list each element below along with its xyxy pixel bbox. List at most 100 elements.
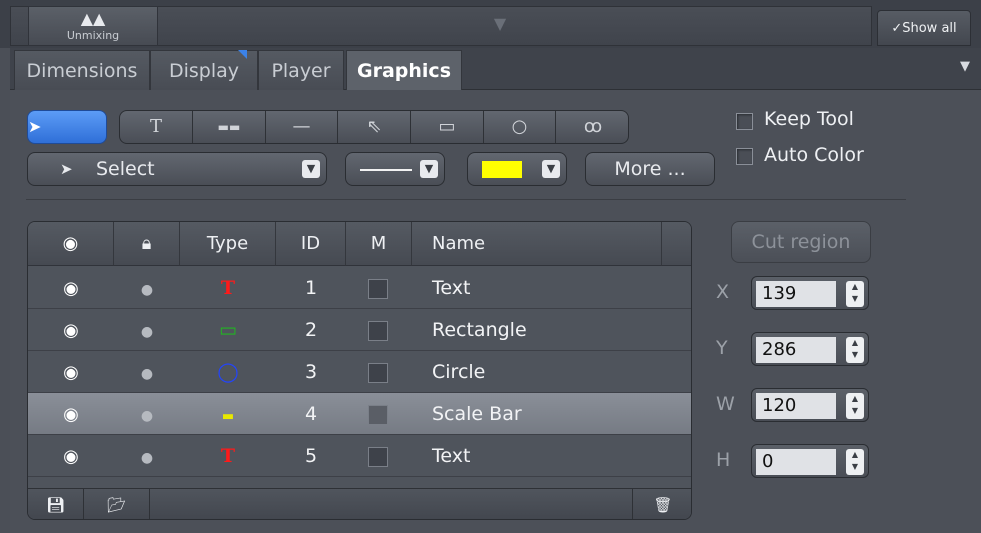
chevron-down-icon: ▼ <box>542 160 560 178</box>
eye-icon: ◉ <box>63 278 79 299</box>
coord-label-x: X <box>716 281 730 303</box>
eye-icon: ◉ <box>63 446 79 467</box>
lock-toggle[interactable]: ● <box>114 267 180 309</box>
type-cell: T <box>180 435 276 477</box>
freehand-tool-button[interactable]: ꝏ <box>556 111 628 143</box>
keep-tool-label: Keep Tool <box>764 108 854 130</box>
text-type-icon: T <box>220 277 236 299</box>
table-row[interactable]: ◉ ● ◯ 3 Circle <box>28 351 691 393</box>
eye-icon: ◉ <box>63 404 79 425</box>
coord-input-w[interactable]: 120 <box>756 393 836 419</box>
pointer-icon: ➤ <box>28 117 42 136</box>
coord-input-y[interactable]: 286 <box>756 337 836 363</box>
circle-tool-icon: ○ <box>511 116 528 137</box>
coord-spinner-h[interactable]: 0 ▲ ▼ <box>751 444 869 478</box>
unmixing-label: Unmixing <box>66 29 120 42</box>
type-cell: ▬ <box>180 393 276 435</box>
id-cell: 5 <box>304 445 318 467</box>
visibility-column-header[interactable]: ◉ <box>28 222 114 266</box>
folder-icon: 📂︎ <box>106 496 127 514</box>
eye-icon: ◉ <box>63 362 79 383</box>
auto-color-label: Auto Color <box>764 144 864 166</box>
m-checkbox[interactable] <box>368 447 388 467</box>
id-cell: 3 <box>304 361 318 383</box>
table-row[interactable]: ◉ ● T 1 Text <box>28 267 691 309</box>
coord-input-x[interactable]: 139 <box>756 281 836 307</box>
open-button[interactable]: 📂︎ <box>84 489 150 519</box>
text-tool-icon: T <box>149 116 162 137</box>
lock-dot-icon: ● <box>140 408 154 424</box>
lock-toggle[interactable]: ● <box>114 309 180 351</box>
chevron-down-icon: ▼ <box>302 160 320 178</box>
delete-button[interactable]: 🗑︎ <box>632 489 691 519</box>
arrow-tool-button[interactable]: ⇖ <box>338 111 411 143</box>
divider <box>26 199 906 200</box>
id-cell: 1 <box>304 277 318 299</box>
tab-graphics[interactable]: Graphics <box>346 50 462 90</box>
mode-select-dropdown[interactable]: ➤ Select ▼ <box>27 152 327 186</box>
visibility-toggle[interactable]: ◉ <box>28 393 114 435</box>
name-cell: Text <box>432 277 471 299</box>
unmixing-button[interactable]: ▲▲ Unmixing <box>28 6 158 46</box>
type-column-header[interactable]: Type <box>180 222 276 266</box>
header-filler <box>662 222 691 266</box>
color-dropdown[interactable]: ▼ <box>467 152 567 186</box>
name-cell: Text <box>432 445 471 467</box>
stepper-arrows-icon[interactable]: ▲ ▼ <box>846 393 864 419</box>
coord-label-h: H <box>716 449 731 471</box>
m-checkbox[interactable] <box>368 363 388 383</box>
save-icon: 💾︎ <box>45 496 66 514</box>
line-style-dropdown[interactable]: ▼ <box>345 152 445 186</box>
table-row[interactable]: ◉ ● ▬ 4 Scale Bar <box>28 393 691 435</box>
m-checkbox[interactable] <box>368 321 388 341</box>
lock-toggle[interactable]: ● <box>114 393 180 435</box>
tab-player[interactable]: Player <box>258 50 344 90</box>
pointer-tool-button[interactable]: ➤ <box>27 110 107 144</box>
rectangle-tool-icon: ▭ <box>438 116 456 137</box>
save-button[interactable]: 💾︎ <box>28 489 84 519</box>
m-column-header[interactable]: M <box>346 222 412 266</box>
m-checkbox[interactable] <box>368 405 388 425</box>
visibility-toggle[interactable]: ◉ <box>28 351 114 393</box>
name-cell: Scale Bar <box>432 403 522 425</box>
collapse-chevron-icon[interactable]: ▼ <box>485 16 515 32</box>
stepper-arrows-icon[interactable]: ▲ ▼ <box>846 337 864 363</box>
m-checkbox[interactable] <box>368 279 388 299</box>
visibility-toggle[interactable]: ◉ <box>28 267 114 309</box>
line-tool-icon: — <box>292 116 311 137</box>
name-cell: Circle <box>432 361 486 383</box>
lock-dot-icon: ● <box>140 366 154 382</box>
name-column-header[interactable]: Name <box>412 222 662 266</box>
circle-tool-button[interactable]: ○ <box>484 111 556 143</box>
line-style-preview <box>360 169 412 171</box>
coord-spinner-y[interactable]: 286 ▲ ▼ <box>751 332 869 366</box>
show-all-button[interactable]: ✓Show all <box>877 10 971 46</box>
color-swatch <box>482 161 522 178</box>
table-row[interactable]: ◉ ● T 5 Text <box>28 435 691 477</box>
more-button[interactable]: More ... <box>585 152 715 186</box>
cut-region-button[interactable]: Cut region <box>731 221 871 263</box>
graphics-table: ◉ 🔒︎ Type ID M Name ◉ ● T 1 Text ◉ ● ▭ 2 Rectangl… <box>27 221 692 520</box>
id-column-header[interactable]: ID <box>276 222 346 266</box>
visibility-toggle[interactable]: ◉ <box>28 309 114 351</box>
auto-color-checkbox[interactable] <box>736 148 753 165</box>
rectangle-tool-button[interactable]: ▭ <box>411 111 484 143</box>
visibility-toggle[interactable]: ◉ <box>28 435 114 477</box>
lock-column-header[interactable]: 🔒︎ <box>114 222 180 266</box>
scale-bar-tool-button[interactable]: ▬▬ <box>193 111 266 143</box>
table-row[interactable]: ◉ ● ▭ 2 Rectangle <box>28 309 691 351</box>
trash-icon: 🗑︎ <box>653 496 673 514</box>
tab-dimensions[interactable]: Dimensions <box>14 50 150 90</box>
stepper-arrows-icon[interactable]: ▲ ▼ <box>846 449 864 475</box>
circle-type-icon: ◯ <box>217 361 239 383</box>
coord-spinner-w[interactable]: 120 ▲ ▼ <box>751 388 869 422</box>
lock-toggle[interactable]: ● <box>114 435 180 477</box>
line-tool-button[interactable]: — <box>266 111 338 143</box>
keep-tool-checkbox[interactable] <box>736 113 753 130</box>
coord-input-h[interactable]: 0 <box>756 449 836 475</box>
text-tool-button[interactable]: T <box>120 111 193 143</box>
tab-menu-chevron-icon[interactable]: ▼ <box>960 60 978 74</box>
stepper-arrows-icon[interactable]: ▲ ▼ <box>846 281 864 307</box>
lock-toggle[interactable]: ● <box>114 351 180 393</box>
coord-spinner-x[interactable]: 139 ▲ ▼ <box>751 276 869 310</box>
